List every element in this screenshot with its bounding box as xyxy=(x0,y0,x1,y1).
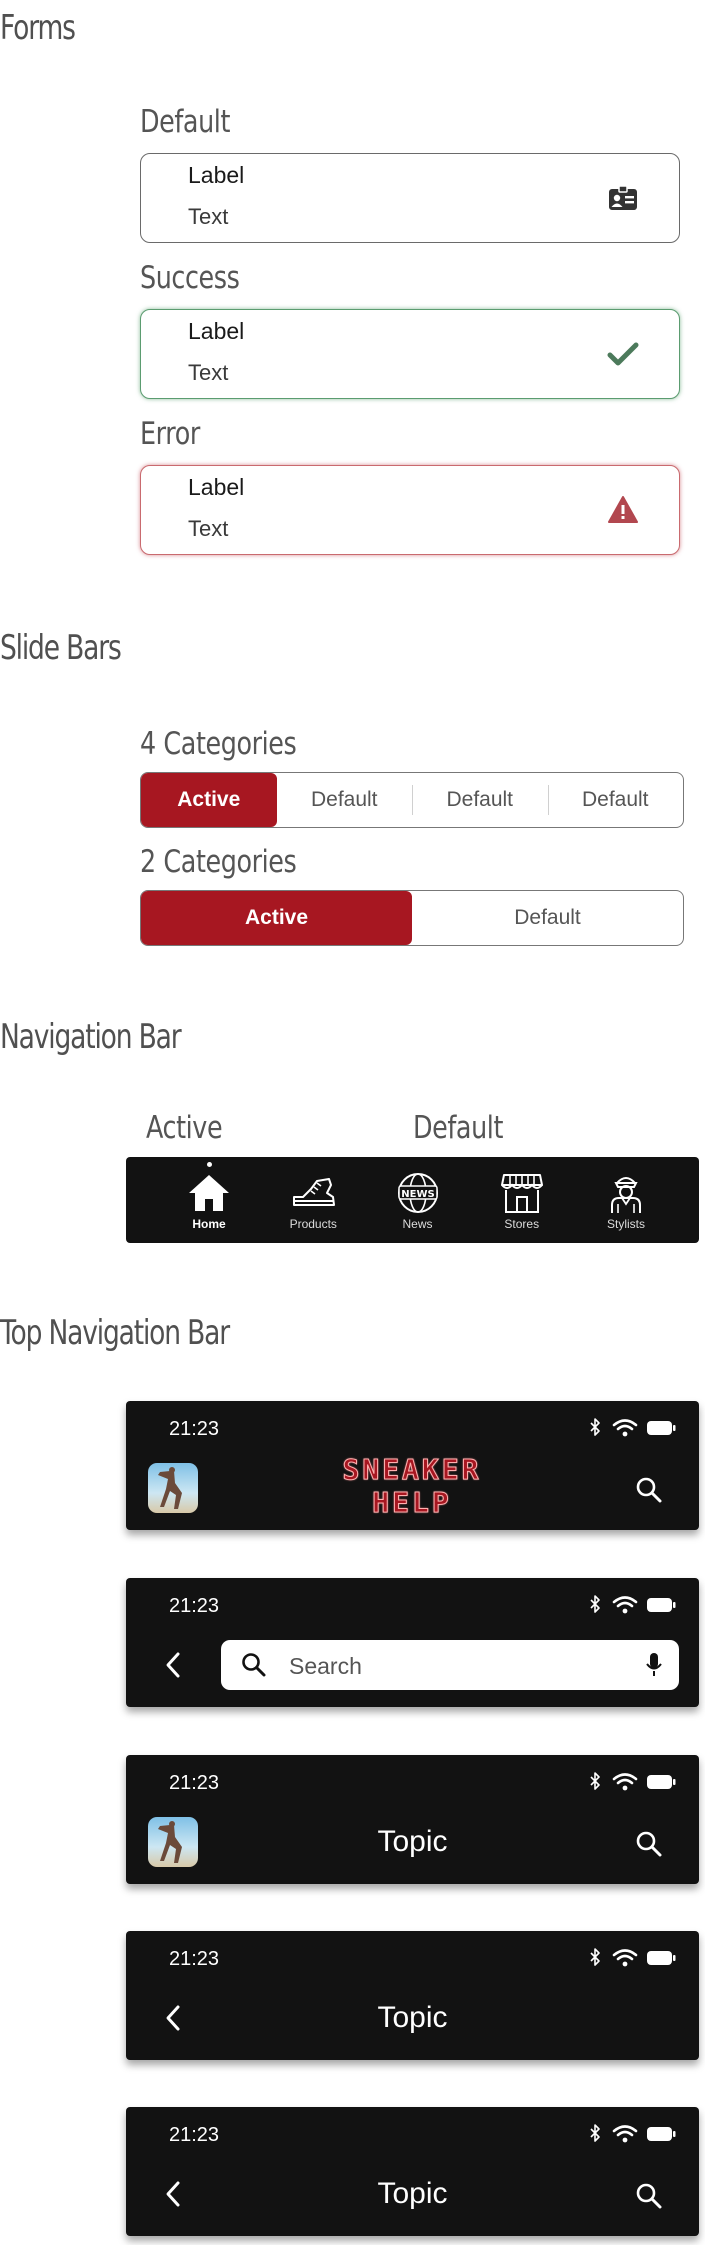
top-bar-back-topic: 21:23 Topic xyxy=(126,1931,699,2060)
nav-item-news[interactable]: NEWS News xyxy=(373,1157,463,1243)
form-field-success[interactable]: Label Text xyxy=(140,309,680,399)
segment-default[interactable]: Default xyxy=(277,773,413,827)
status-time: 21:23 xyxy=(169,1772,220,1794)
section-title-top-navigation-bar: Top Navigation Bar xyxy=(0,1313,230,1353)
status-time: 21:23 xyxy=(169,2124,220,2146)
form-error-title: Error xyxy=(140,416,200,452)
logo-line-2: HELP xyxy=(372,1486,452,1520)
id-card-icon xyxy=(609,185,637,210)
status-icons xyxy=(589,1771,677,1792)
nav-item-stores[interactable]: Stores xyxy=(477,1157,567,1243)
segment-active[interactable]: Active xyxy=(141,891,412,945)
svg-text:NEWS: NEWS xyxy=(401,1189,434,1200)
nav-item-stylists[interactable]: Stylists xyxy=(581,1157,671,1243)
field-value: Text xyxy=(188,204,229,229)
nav-default-caption: Default xyxy=(413,1110,504,1146)
warning-icon xyxy=(608,496,638,523)
microphone-icon[interactable] xyxy=(645,1652,663,1678)
nav-label: News xyxy=(402,1217,433,1231)
section-title-forms: Forms xyxy=(0,8,76,48)
back-chevron-icon[interactable] xyxy=(162,1650,184,1680)
top-bar-back-topic-search: 21:23 Topic xyxy=(126,2107,699,2236)
search-icon xyxy=(242,1653,266,1677)
nav-label: Stylists xyxy=(606,1217,645,1231)
logo-line-1: SNEAKER xyxy=(342,1453,482,1487)
page-title: Topic xyxy=(377,2001,448,2034)
nav-label: Stores xyxy=(504,1217,540,1231)
segment-active[interactable]: Active xyxy=(141,773,277,827)
status-time: 21:23 xyxy=(169,1948,220,1970)
search-icon[interactable] xyxy=(635,2182,663,2210)
status-icons xyxy=(589,1947,677,1968)
nav-item-home[interactable]: Home xyxy=(164,1157,254,1243)
top-bar-logo: 21:23 SNEAKER HELP xyxy=(126,1401,699,1530)
page-title: Topic xyxy=(377,2177,448,2210)
search-bar[interactable] xyxy=(221,1640,679,1690)
store-icon xyxy=(500,1174,543,1213)
check-icon xyxy=(607,342,639,366)
avatar[interactable] xyxy=(148,1463,198,1513)
stylist-icon xyxy=(611,1177,641,1213)
nav-active-caption: Active xyxy=(146,1110,223,1146)
segment-default[interactable]: Default xyxy=(412,891,683,945)
top-bar-search: 21:23 xyxy=(126,1578,699,1707)
section-title-slide-bars: Slide Bars xyxy=(0,628,122,668)
segmented-control-2: Active Default xyxy=(140,890,684,946)
field-value: Text xyxy=(188,516,229,541)
section-title-navigation-bar: Navigation Bar xyxy=(0,1017,182,1057)
form-success-title: Success xyxy=(140,260,240,296)
nav-label: Home xyxy=(192,1217,226,1231)
form-default-title: Default xyxy=(140,104,231,140)
home-icon xyxy=(189,1175,229,1211)
nav-label: Products xyxy=(289,1217,337,1231)
form-field-default[interactable]: Label Text xyxy=(140,153,680,243)
status-time: 21:23 xyxy=(169,1595,220,1617)
slidebar-4-title: 4 Categories xyxy=(140,726,297,762)
sneaker-icon xyxy=(293,1178,336,1206)
search-icon[interactable] xyxy=(635,1476,663,1504)
slidebar-2-title: 2 Categories xyxy=(140,844,297,880)
segment-default[interactable]: Default xyxy=(547,773,684,827)
top-bar-avatar-topic: 21:23 Topic xyxy=(126,1755,699,1884)
segment-default[interactable]: Default xyxy=(412,773,548,827)
status-icons xyxy=(589,1417,677,1438)
field-value: Text xyxy=(188,360,229,385)
nav-item-products[interactable]: Products xyxy=(268,1157,358,1243)
status-time: 21:23 xyxy=(169,1418,220,1440)
field-label: Label xyxy=(188,318,245,344)
status-icons xyxy=(589,2123,677,2144)
form-field-error[interactable]: Label Text xyxy=(140,465,680,555)
bottom-navigation-bar: Home Products NEWS News Stores Stylists xyxy=(126,1157,699,1243)
search-icon[interactable] xyxy=(635,1830,663,1858)
segmented-control-4: Active Default Default Default xyxy=(140,772,684,828)
active-indicator xyxy=(206,1162,212,1167)
page-title: Topic xyxy=(377,1825,448,1858)
status-icons xyxy=(589,1594,677,1615)
field-label: Label xyxy=(188,474,245,500)
news-globe-icon: NEWS xyxy=(397,1173,438,1213)
brand-logo: SNEAKER HELP xyxy=(336,1453,488,1521)
field-label: Label xyxy=(188,162,245,188)
search-input[interactable] xyxy=(287,1646,631,1686)
